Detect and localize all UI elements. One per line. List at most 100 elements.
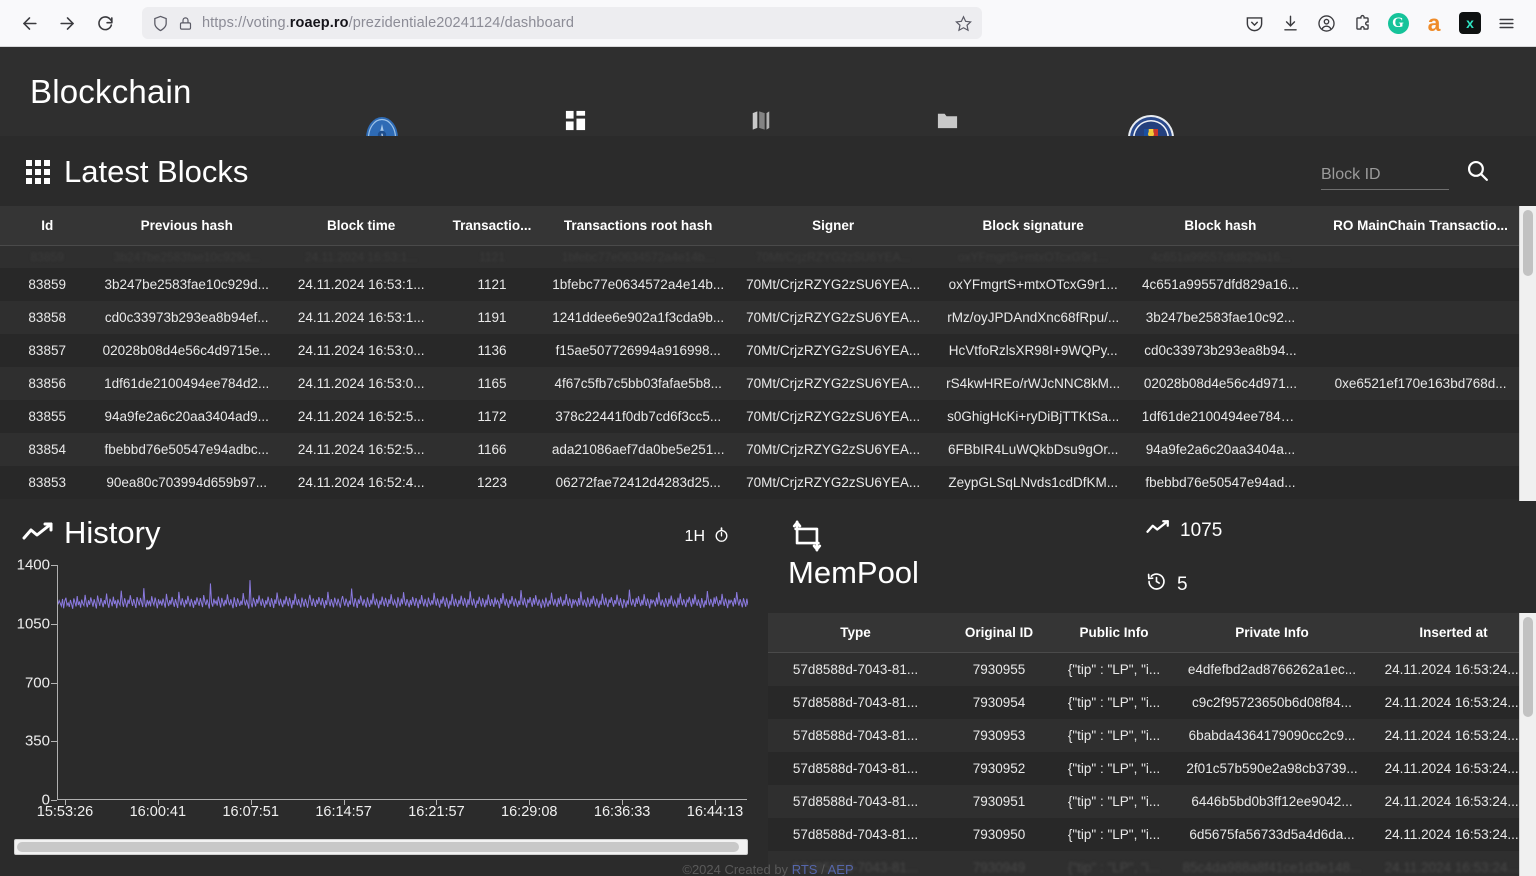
y-tick-mark	[51, 800, 57, 801]
cell-id: 83859	[30, 250, 64, 264]
browser-extension-icons: G a x	[1238, 7, 1524, 39]
pocket-icon[interactable]	[1238, 7, 1270, 39]
col-previous-hash[interactable]: Previous hash	[94, 206, 280, 246]
table-row[interactable]: 83857 02028b08d4e56c4d9715e... 24.11.202…	[0, 334, 1536, 367]
cell-previous-hash: cd0c33973b293ea8b94ef...	[104, 310, 269, 325]
cell-transactions-root-hash: 1bfebc77e0634572a4e14b...	[552, 277, 725, 292]
col-type[interactable]: Type	[768, 613, 943, 653]
cell-id: 83856	[28, 376, 66, 391]
reload-icon[interactable]	[88, 6, 122, 40]
col-inserted-at[interactable]: Inserted at	[1371, 613, 1536, 653]
col-original-id[interactable]: Original ID	[943, 613, 1055, 653]
col-transactions-root-hash[interactable]: Transactions root hash	[540, 206, 736, 246]
cell-id: 83855	[28, 409, 66, 424]
cell-block-signature: rS4kwHREo/rWJcNNC8kM...	[946, 376, 1121, 391]
a-extension-icon[interactable]: a	[1418, 7, 1450, 39]
bookmark-star-icon[interactable]	[955, 14, 972, 32]
cell-ro-mainchain[interactable]	[1305, 400, 1536, 433]
url-host: roaep.ro	[289, 15, 349, 31]
history-header: History	[0, 501, 768, 551]
table-row[interactable]: 83856 1df61de2100494ee784d2... 24.11.202…	[0, 367, 1536, 400]
latest-blocks-table: Id Previous hash Block time Transactio..…	[0, 206, 1536, 499]
search-icon[interactable]	[1465, 158, 1490, 190]
cell-block-time: 24.11.2024 16:52:5...	[297, 409, 425, 424]
cell-inserted-at: 24.11.2024 16:53:24....	[1384, 794, 1523, 809]
cell-ro-mainchain[interactable]	[1305, 334, 1536, 367]
cell-transactions-root-hash: 378c22441f0db7cd6f3cc5...	[555, 409, 722, 424]
mempool-row[interactable]: 57d8588d-7043-81... 7930955 {"tip" : "LP…	[768, 652, 1536, 686]
extensions-icon[interactable]	[1346, 7, 1378, 39]
col-id[interactable]: Id	[0, 206, 95, 246]
col-private-info[interactable]: Private Info	[1173, 613, 1371, 653]
col-block-time[interactable]: Block time	[279, 206, 444, 246]
y-tick-mark	[51, 682, 57, 684]
download-icon[interactable]	[1274, 7, 1306, 39]
blocks-vertical-scrollbar[interactable]	[1519, 206, 1536, 501]
mempool-row[interactable]: 57d8588d-7043-81... 7930953 {"tip" : "LP…	[768, 719, 1536, 752]
back-arrow-icon[interactable]	[12, 6, 46, 40]
footer-link-aep[interactable]: AEP	[828, 862, 854, 876]
col-signer[interactable]: Signer	[735, 206, 931, 246]
cell-previous-hash: 02028b08d4e56c4d9715e...	[102, 343, 271, 358]
mempool-vertical-scrollbar[interactable]	[1519, 613, 1536, 876]
latest-blocks-header: Latest Blocks	[0, 136, 1536, 206]
latest-blocks-table-scroll[interactable]: Id Previous hash Block time Transactio..…	[0, 206, 1536, 501]
col-transactions[interactable]: Transactio...	[443, 206, 541, 246]
mempool-table-scroll[interactable]: Type Original ID Public Info Private Inf…	[768, 613, 1536, 876]
table-row[interactable]: 83859 3b247be2583fae10c929d... 24.11.202…	[0, 268, 1536, 301]
cell-block-signature: oxYFmgrtS+mtxOTcxG9r1...	[948, 277, 1118, 292]
col-block-signature[interactable]: Block signature	[930, 206, 1136, 246]
cell-inserted-at: 24.11.2024 16:53:24....	[1384, 728, 1523, 743]
mempool-row[interactable]: 57d8588d-7043-81... 7930951 {"tip" : "LP…	[768, 785, 1536, 818]
col-block-hash[interactable]: Block hash	[1135, 206, 1306, 246]
a-extension-label: a	[1427, 10, 1441, 36]
cell-previous-hash: 3b247be2583fae10c929d...	[104, 277, 269, 292]
cell-ro-mainchain[interactable]: 0xe6521ef170e163bd768d...	[1305, 367, 1536, 400]
stopwatch-icon	[713, 526, 730, 548]
table-row[interactable]: 83854 fbebbd76e50547e94adbc... 24.11.202…	[0, 433, 1536, 466]
y-tick-mark	[51, 623, 57, 625]
cell-block-hash: 1df61de2100494ee784d...	[1141, 409, 1300, 424]
cell-id: 83857	[28, 343, 66, 358]
hamburger-menu-icon[interactable]	[1490, 7, 1522, 39]
mempool-row[interactable]: 57d8588d-7043-81... 7930954 {"tip" : "LP…	[768, 686, 1536, 719]
cell-block-hash: cd0c33973b293ea8b94...	[1144, 343, 1297, 358]
table-row[interactable]: 83855 94a9fe2a6c20aa3404ad9... 24.11.202…	[0, 400, 1536, 433]
footer-link-rts[interactable]: RTS	[792, 862, 818, 876]
cell-signer: 70Mt/CrjzRZYG2zSU6YEA...	[746, 376, 921, 391]
address-bar[interactable]: https://voting.roaep.ro/prezidentiale202…	[142, 7, 982, 39]
cell-type: 57d8588d-7043-81...	[792, 827, 919, 842]
cell-transactions-root-hash: 1241ddee6e902a1f3cda9b...	[552, 310, 725, 325]
col-public-info[interactable]: Public Info	[1055, 613, 1173, 653]
mempool-header-row: Type Original ID Public Info Private Inf…	[768, 613, 1536, 653]
history-horizontal-scrollbar[interactable]	[14, 839, 748, 855]
mempool-panel: MemPool 1075 5 Type Original ID Public I…	[768, 501, 1536, 876]
mempool-body: 57d8588d-7043-81... 7930955 {"tip" : "LP…	[768, 652, 1536, 876]
mempool-row[interactable]: 57d8588d-7043-81... 7930952 {"tip" : "LP…	[768, 752, 1536, 785]
search-input[interactable]	[1321, 166, 1449, 190]
cell-ro-mainchain[interactable]	[1305, 301, 1536, 334]
cell-inserted-at: 24.11.2024 16:53:24....	[1384, 662, 1523, 677]
history-range-selector[interactable]: 1H	[685, 526, 730, 548]
cell-type: 57d8588d-7043-81...	[792, 761, 919, 776]
cell-id: 83853	[28, 475, 66, 490]
account-icon[interactable]	[1310, 7, 1342, 39]
table-row[interactable]: 83858 cd0c33973b293ea8b94ef... 24.11.202…	[0, 301, 1536, 334]
cell-signer: 70Mt/CrjzRZYG2zSU6YEA...	[755, 250, 911, 264]
x-extension-icon[interactable]: x	[1454, 7, 1486, 39]
cell-signer: 70Mt/CrjzRZYG2zSU6YEA...	[746, 310, 921, 325]
grammarly-extension-icon[interactable]: G	[1382, 7, 1414, 39]
browser-nav-buttons	[12, 6, 122, 40]
cell-previous-hash: 94a9fe2a6c20aa3404ad9...	[104, 409, 269, 424]
cell-block-signature: HcVtfoRzlsXR98I+9WQPy...	[948, 343, 1118, 358]
mempool-row[interactable]: 57d8588d-7043-81... 7930950 {"tip" : "LP…	[768, 818, 1536, 851]
history-title: History	[64, 515, 161, 550]
col-ro-mainchain[interactable]: RO MainChain Transactio...	[1305, 206, 1536, 246]
history-line-series	[58, 565, 748, 800]
forward-arrow-icon[interactable]	[50, 6, 84, 40]
table-row[interactable]: 83853 90ea80c703994d659b97... 24.11.2024…	[0, 466, 1536, 499]
cell-ro-mainchain[interactable]	[1305, 268, 1536, 301]
cell-ro-mainchain[interactable]	[1305, 466, 1536, 499]
x-tick-mark	[250, 800, 252, 805]
cell-ro-mainchain[interactable]	[1305, 433, 1536, 466]
